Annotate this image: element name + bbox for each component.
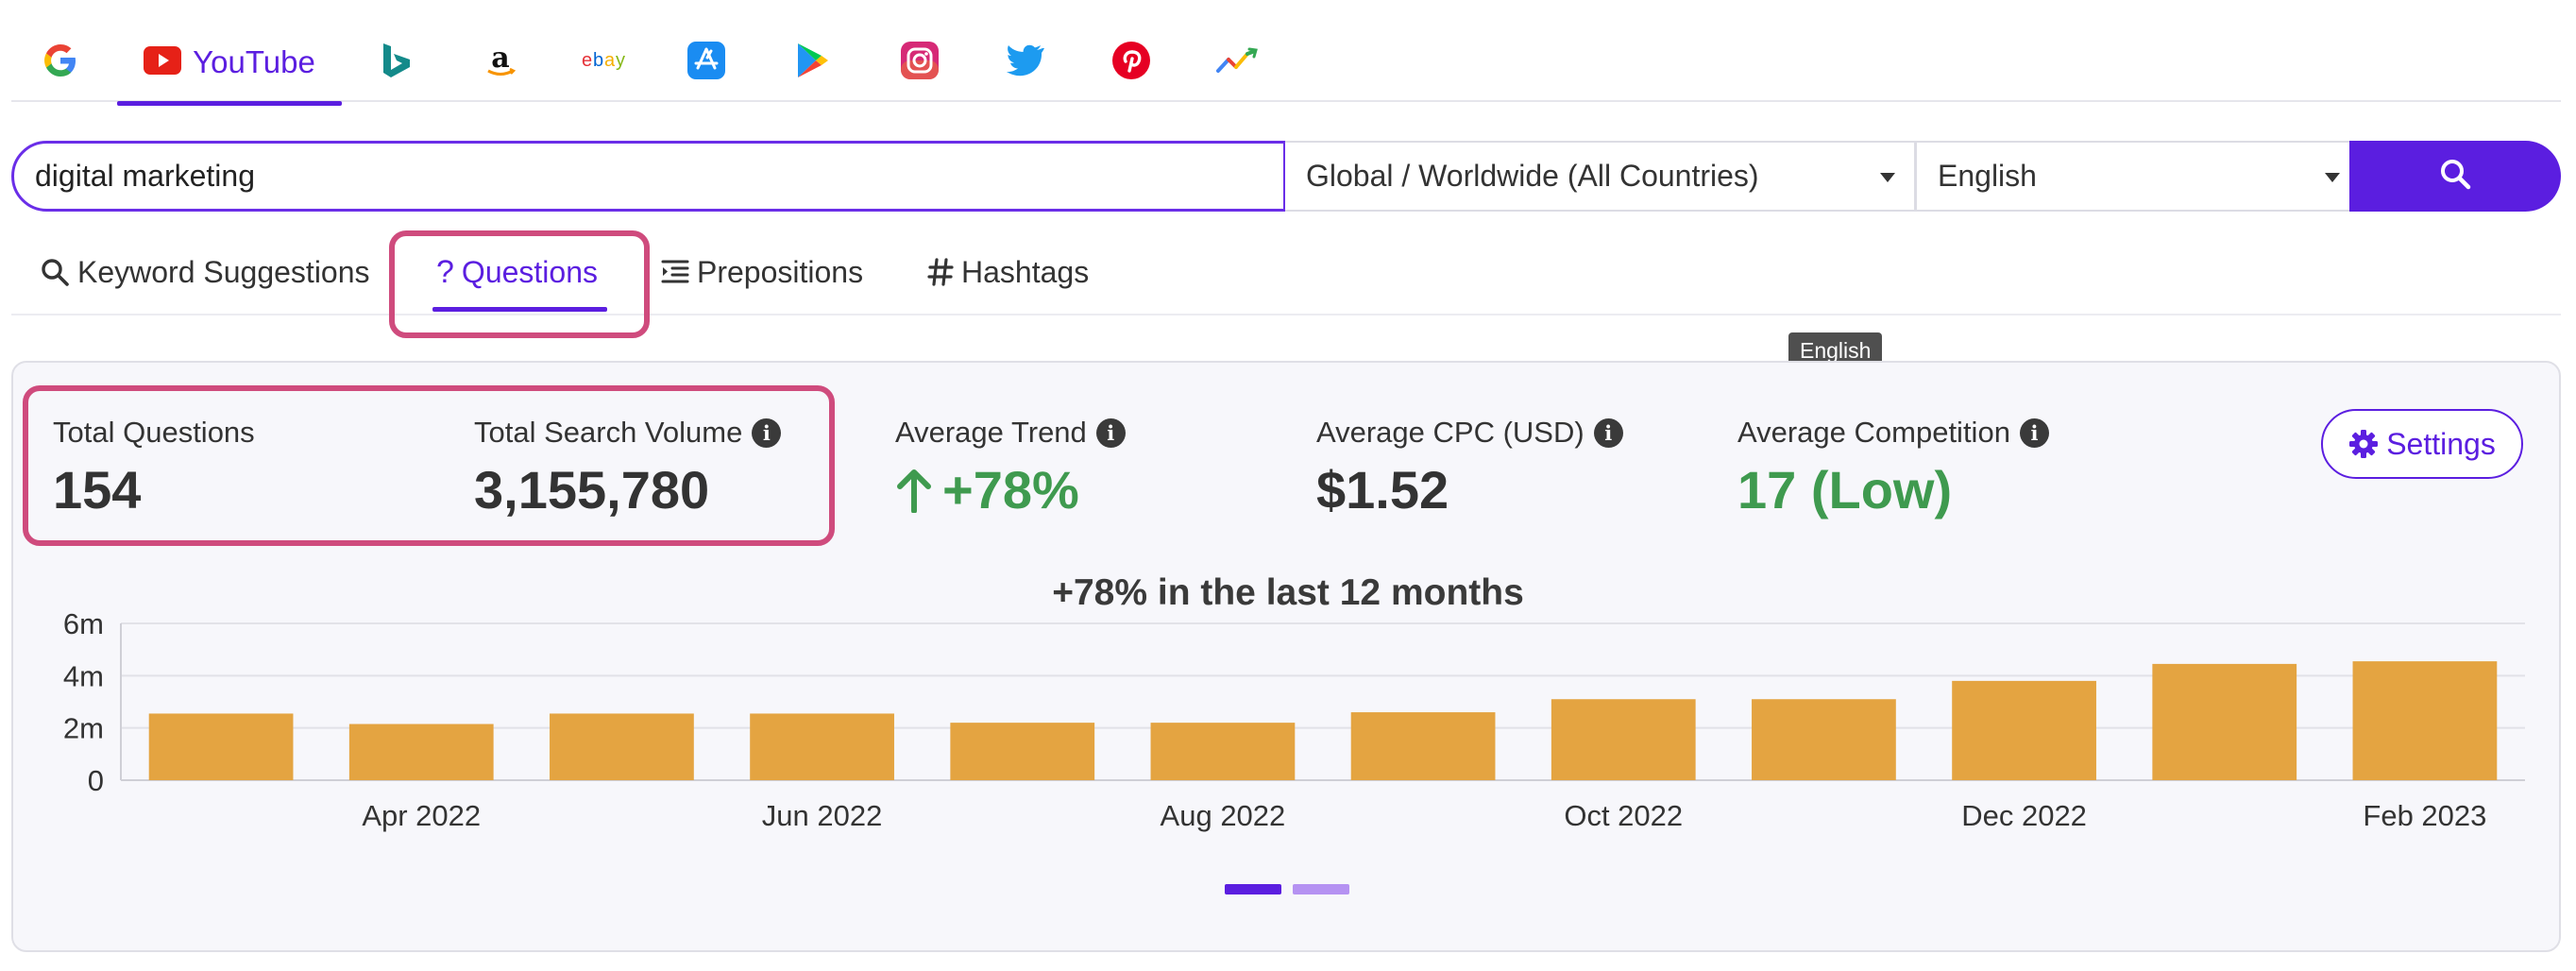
arrow-up-icon [895,468,933,513]
chart-x-tick-label: Jun 2022 [762,799,883,832]
tab-bing[interactable] [376,40,417,85]
search-volume-chart: 0 2m 4m 6m Apr 2022 Jun 2022 Aug 2022 Oct 2022 D… [63,610,2525,832]
stats-panel: Total Questions 154 Total Search Volume … [11,361,2561,952]
stat-average-cpc: Average CPC (USD) i $1.52 [1316,416,1623,520]
questions-tab-highlight [389,230,650,338]
info-icon[interactable]: i [752,417,782,448]
chart-x-tick-label: Dec 2022 [1961,799,2087,832]
stat-total-questions-value: 154 [53,460,142,520]
svg-text:a: a [491,42,509,75]
platform-tabs: YouTube a e b a y [11,23,2561,106]
chevron-down-icon [1880,173,1895,182]
tab-prepositions[interactable]: Prepositions [661,251,863,293]
stat-average-cpc-label: Average CPC (USD) [1316,416,1585,449]
tab-prepositions-label: Prepositions [697,254,864,289]
chart-page-indicator[interactable] [1293,884,1349,894]
stat-average-cpc-value: $1.52 [1316,460,1449,520]
chart-bar [1952,680,2096,780]
svg-text:y: y [616,50,625,71]
stat-total-search-volume-value: 3,155,780 [474,460,710,520]
chart-bar [348,724,494,780]
tab-play-store[interactable] [791,40,833,85]
language-select[interactable]: English [1915,141,2361,212]
stat-average-competition-value: 17 (Low) [1737,460,1953,520]
tab-youtube-label: YouTube [193,44,315,79]
amazon-icon: a [482,42,519,84]
chart-x-tick-label: Aug 2022 [1161,799,1286,832]
chart-bar [2352,661,2498,780]
youtube-icon [144,45,182,79]
country-select-value: Global / Worldwide (All Countries) [1306,159,1759,193]
chart-y-tick-label: 4m [63,659,104,692]
stat-average-trend-value: +78% [942,460,1079,520]
chart-bar [750,713,894,780]
indent-list-icon [661,259,689,285]
chart-x-tick-label: Oct 2022 [1564,799,1683,832]
chart-page-indicator-active[interactable] [1225,884,1281,894]
stat-average-trend-label: Average Trend [895,416,1087,449]
tab-hashtags[interactable]: Hashtags [927,251,1089,293]
search-icon [2439,158,2471,195]
bing-icon [381,42,412,84]
tab-twitter[interactable] [1005,40,1046,85]
tab-trends[interactable] [1214,40,1260,85]
chart-bar [1350,712,1496,780]
stat-average-competition-label: Average Competition [1737,416,2010,449]
chart-bar [950,723,1095,780]
chart-x-tick-label: Feb 2023 [2363,799,2486,832]
chart-title: +78% in the last 12 months [1052,572,1524,613]
google-icon [42,42,79,84]
search-icon [40,257,70,287]
chart-bar [2152,663,2297,780]
twitter-icon [1007,44,1044,81]
play-store-icon [795,42,829,84]
tab-pinterest[interactable] [1110,40,1152,85]
instagram-icon [901,41,939,84]
app-store-icon [687,41,725,84]
svg-text:a: a [604,50,616,71]
stat-total-search-volume-label: Total Search Volume [474,416,743,449]
settings-button-label: Settings [2386,426,2496,461]
gear-icon [2348,429,2379,459]
info-icon[interactable]: i [1593,417,1623,448]
hashtag-icon [927,258,954,286]
keyword-input[interactable] [11,141,1286,212]
tab-ebay[interactable]: e b a y [578,40,635,85]
tab-keyword-suggestions[interactable]: Keyword Suggestions [40,251,370,293]
stat-total-questions: Total Questions 154 [53,416,255,520]
stat-total-search-volume: Total Search Volume i 3,155,780 [474,416,782,520]
chart-bar [1150,723,1296,780]
language-select-value: English [1938,159,2037,193]
tab-amazon[interactable]: a [480,40,521,85]
svg-text:b: b [593,50,603,71]
chart-y-tick-label: 6m [63,610,104,640]
info-icon[interactable]: i [2019,417,2049,448]
svg-text:e: e [582,50,592,71]
ebay-icon: e b a y [578,49,635,77]
chart-y-tick-label: 0 [88,764,104,797]
info-icon[interactable]: i [1095,417,1126,448]
chart-y-tick-label: 2m [63,712,104,745]
pinterest-icon [1112,41,1150,84]
tab-youtube[interactable]: YouTube [117,40,342,106]
stat-average-competition: Average Competition i 17 (Low) [1737,416,2049,520]
country-select[interactable]: Global / Worldwide (All Countries) [1285,141,1916,212]
chart-bar [148,713,294,780]
search-button[interactable] [2349,141,2561,212]
chart-bar [550,713,694,780]
chevron-down-icon [2325,173,2340,182]
chart-bar [1551,699,1696,780]
tab-instagram[interactable] [899,40,941,85]
trends-icon [1215,46,1259,79]
tab-keyword-suggestions-label: Keyword Suggestions [77,254,370,289]
stat-total-questions-label: Total Questions [53,416,255,449]
chart-x-tick-label: Apr 2022 [362,799,481,832]
tab-google[interactable] [40,40,81,85]
chart-bar [1752,699,1896,780]
stat-average-trend: Average Trend i +78% [895,416,1126,520]
tab-hashtags-label: Hashtags [961,254,1090,289]
settings-button[interactable]: Settings [2321,409,2523,479]
search-bar: Global / Worldwide (All Countries) Engli… [11,141,2561,212]
tab-app-store[interactable] [686,40,727,85]
